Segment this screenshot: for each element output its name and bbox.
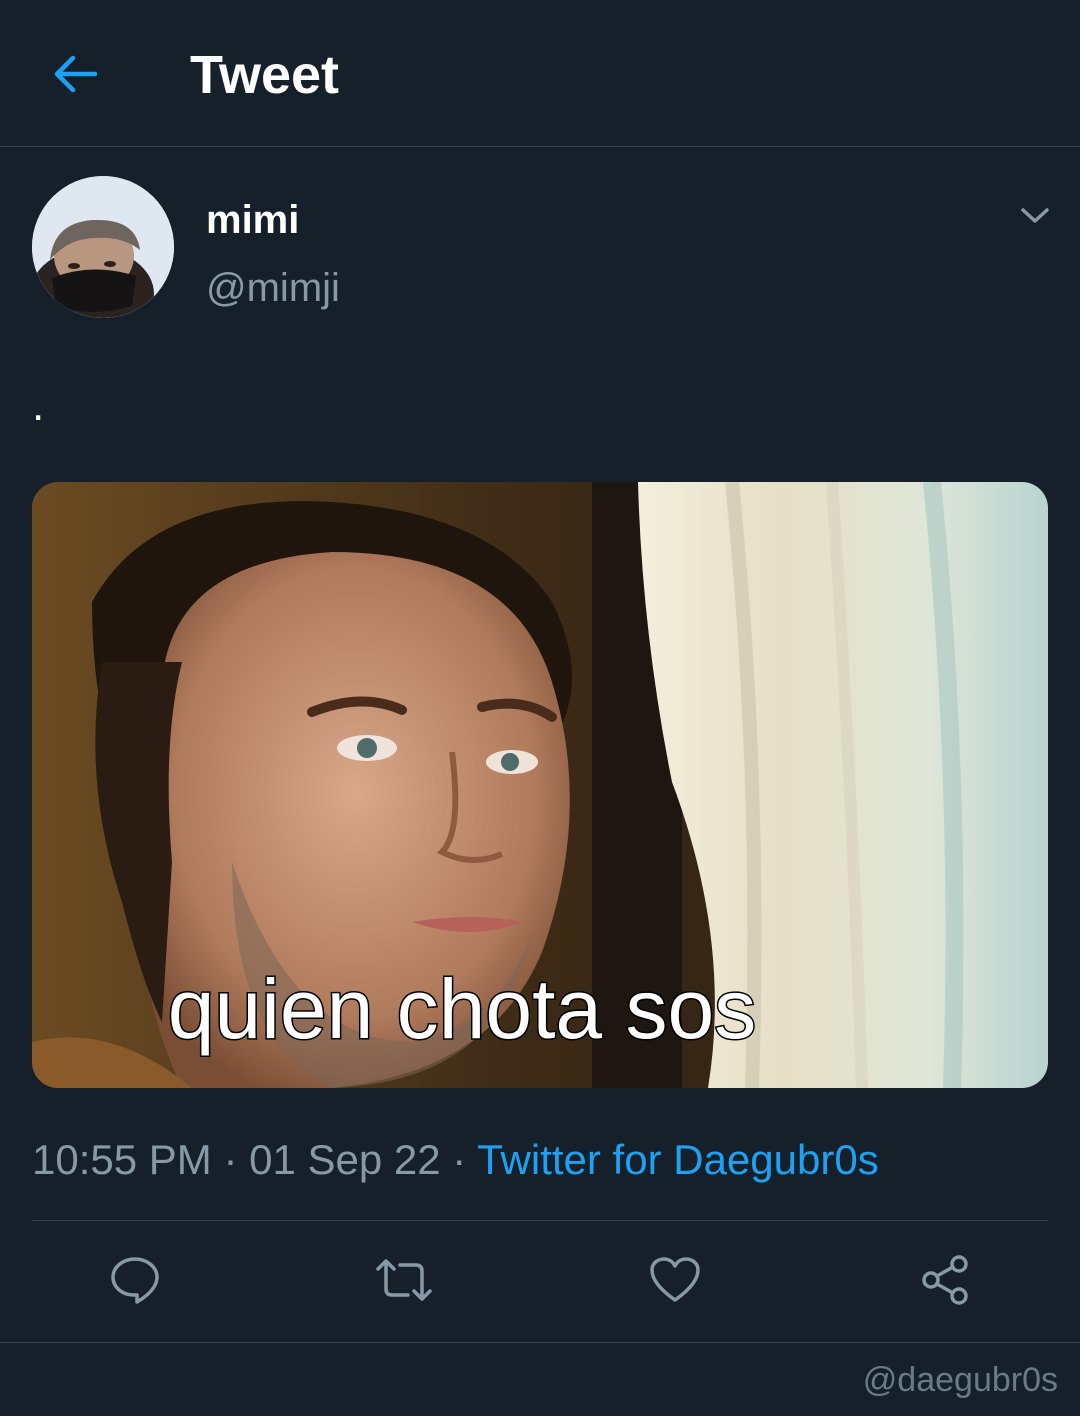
page-title: Tweet (190, 45, 340, 105)
author-display-name[interactable]: mimi (206, 194, 299, 246)
watermark: @daegubr0s (862, 1361, 1058, 1399)
avatar-image (32, 176, 174, 318)
reply-icon (111, 1257, 159, 1304)
share-icon (922, 1255, 968, 1305)
divider (0, 1342, 1080, 1343)
reply-button[interactable] (105, 1252, 165, 1308)
tweet-source-link[interactable]: Twitter for Daegubr0s (477, 1136, 879, 1183)
back-button[interactable] (44, 46, 104, 102)
separator-dot: · (440, 1136, 478, 1183)
retweet-button[interactable] (374, 1252, 434, 1308)
avatar[interactable] (32, 176, 174, 318)
arrow-left-icon (54, 55, 97, 93)
meme-caption: quien chota sos (168, 962, 756, 1056)
meme-photo: quien chota sos (32, 482, 1048, 1088)
tweet-date: 01 Sep 22 (249, 1136, 441, 1183)
retweet-icon (376, 1259, 432, 1301)
author-handle[interactable]: @mimji (206, 262, 340, 314)
chevron-down-icon (1021, 208, 1049, 223)
heart-icon (650, 1257, 700, 1302)
separator-dot: · (211, 1136, 250, 1183)
tweet-metadata: 10:55 PM · 01 Sep 22 · Twitter for Daegu… (32, 1132, 879, 1188)
more-options-button[interactable] (1012, 196, 1058, 236)
top-app-bar: Tweet (0, 0, 1080, 147)
tweet-media-image[interactable]: quien chota sos (32, 482, 1048, 1088)
tweet-time: 10:55 PM (32, 1136, 212, 1183)
share-button[interactable] (915, 1252, 975, 1308)
like-button[interactable] (645, 1252, 705, 1308)
tweet-text: . (32, 381, 45, 430)
divider (32, 1220, 1048, 1221)
